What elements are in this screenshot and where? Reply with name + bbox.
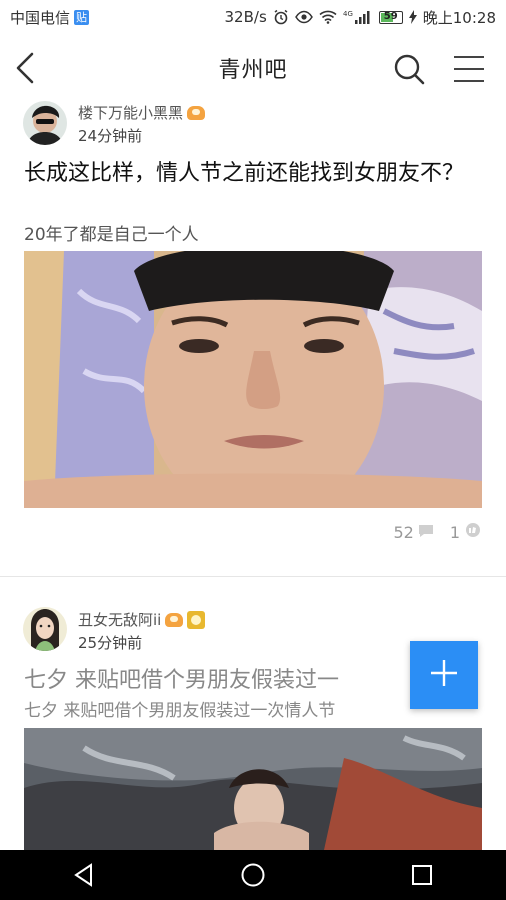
post-title[interactable]: 七夕 来贴吧借个男朋友假装过一 — [24, 666, 394, 696]
author-name[interactable]: 丑女无敌阿ii — [78, 609, 161, 630]
search-icon[interactable] — [392, 52, 426, 86]
author-row: 丑女无敌阿ii — [78, 609, 206, 630]
post-time: 24分钟前 — [78, 127, 143, 145]
post-title[interactable]: 长成这比样，情人节之前还能找到女朋友不？ — [24, 159, 484, 189]
like-count: 1 — [449, 522, 460, 542]
menu-icon[interactable] — [452, 54, 486, 84]
author-avatar[interactable] — [23, 607, 67, 651]
post-card[interactable]: 丑女无敌阿ii 25分钟前 七夕 来贴吧借个男朋友假装过一 七夕 来贴吧借个男朋… — [0, 600, 506, 850]
page-title: 青州吧 — [218, 58, 288, 83]
eye-icon — [294, 10, 313, 24]
author-row: 楼下万能小黑黑 — [78, 102, 206, 123]
post-time: 25分钟前 — [78, 634, 143, 652]
level-badge-icon — [165, 612, 184, 627]
wifi-icon — [319, 10, 337, 24]
reply-stat[interactable]: 52 — [393, 523, 433, 542]
carrier-label: 中国电信 — [10, 8, 71, 27]
navigation-bar — [0, 850, 506, 900]
battery-level: 59 — [383, 11, 398, 22]
plus-icon — [430, 659, 458, 691]
tieba-notification-badge: 贴 — [74, 9, 90, 25]
nav-recents-icon[interactable] — [392, 850, 452, 900]
alarm-icon — [273, 9, 289, 25]
cellular-signal-icon: 4G — [343, 9, 373, 25]
clock: 晚上10:28 — [422, 8, 496, 27]
charging-icon — [408, 10, 417, 24]
signal-type-label: 4G — [343, 10, 353, 18]
level-badge-icon — [187, 105, 206, 120]
status-left: 中国电信 贴 — [10, 7, 90, 28]
vip-badge-icon — [187, 610, 206, 629]
nav-back-icon[interactable] — [54, 850, 114, 900]
reply-count: 52 — [393, 522, 414, 542]
post-card[interactable]: 楼下万能小黑黑 24分钟前 长成这比样，情人节之前还能找到女朋友不？ 20年了都… — [0, 98, 506, 548]
author-name[interactable]: 楼下万能小黑黑 — [78, 102, 183, 123]
author-avatar[interactable] — [23, 101, 67, 145]
like-stat[interactable]: 1 — [450, 522, 482, 542]
back-icon[interactable] — [12, 52, 42, 84]
post-description: 20年了都是自己一个人 — [24, 225, 199, 245]
status-bar: 中国电信 贴 32B/s 4G 59 晚上10:28 — [0, 0, 506, 34]
network-speed: 32B/s — [224, 8, 267, 26]
status-right: 32B/s 4G 59 晚上10:28 — [225, 7, 496, 28]
new-post-button[interactable] — [410, 641, 478, 709]
battery-indicator: 59 — [378, 10, 403, 24]
comment-icon — [418, 523, 434, 542]
like-icon — [464, 522, 482, 542]
post-stats: 52 1 — [393, 522, 482, 542]
post-image[interactable] — [24, 728, 482, 850]
post-divider — [0, 576, 506, 577]
nav-home-icon[interactable] — [223, 850, 283, 900]
post-image[interactable] — [24, 251, 482, 508]
title-bar: 青州吧 — [0, 38, 506, 98]
